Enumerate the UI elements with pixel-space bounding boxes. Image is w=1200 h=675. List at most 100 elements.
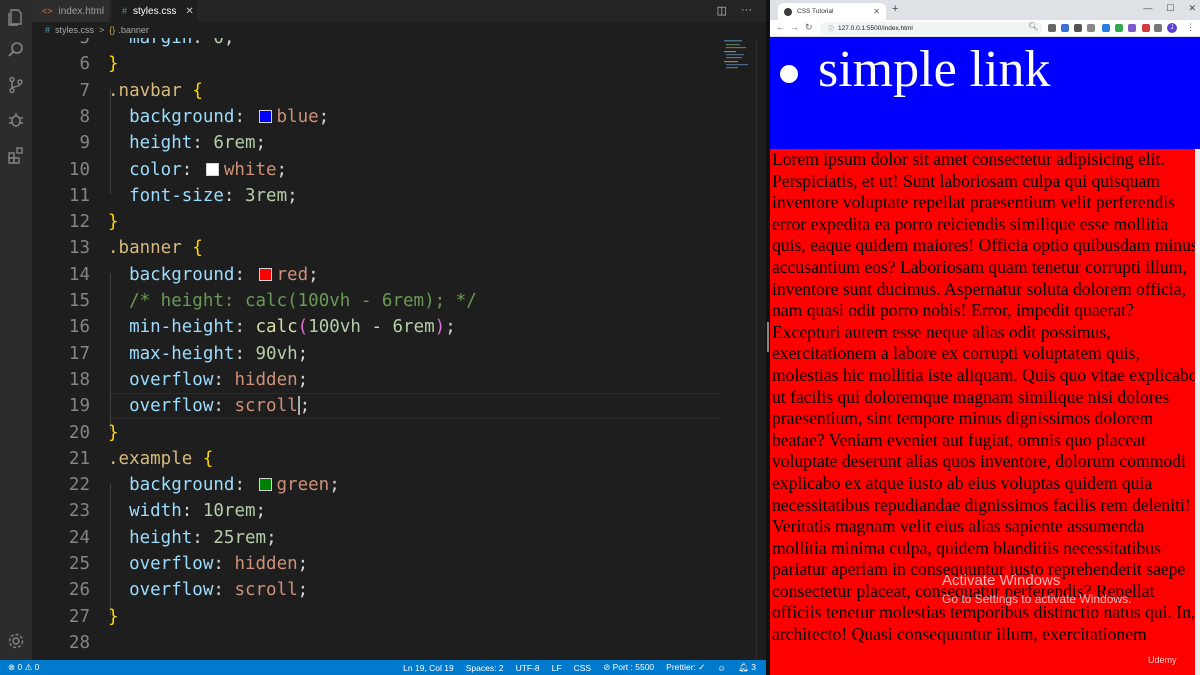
code-token: ;	[318, 106, 330, 127]
list-bullet	[780, 65, 798, 83]
line-code: min-height: calc(100vh - 6rem);	[108, 314, 456, 340]
reload-icon[interactable]: ↻	[805, 22, 813, 33]
code-line[interactable]: 7 .navbar {	[32, 78, 722, 104]
code-token: :	[213, 396, 235, 417]
line-number: 15	[68, 291, 90, 311]
browser-menu-icon[interactable]: ⋮	[1186, 22, 1195, 33]
code-line[interactable]: 17 max-height: 90vh;	[32, 341, 722, 367]
code-line[interactable]: 20}	[32, 420, 722, 446]
tab-styles-css[interactable]: # styles.css ✕	[112, 0, 197, 22]
close-tab-icon[interactable]: ✕	[873, 7, 880, 16]
extension-icon[interactable]	[1128, 24, 1136, 32]
extension-icon[interactable]	[1102, 24, 1110, 32]
code-line[interactable]: 8 background: blue;	[32, 104, 722, 130]
code-token: :	[223, 185, 245, 206]
line-code: .banner {	[108, 235, 203, 261]
banner-scrollbar[interactable]	[1195, 149, 1200, 675]
extension-icon[interactable]	[1115, 24, 1123, 32]
code-line[interactable]: 28	[32, 630, 722, 656]
language-mode[interactable]: CSS	[574, 663, 591, 673]
code-token: :	[192, 38, 214, 48]
extensions-icon[interactable]	[7, 146, 25, 164]
editor-scrollbar[interactable]	[756, 38, 766, 660]
line-number: 21	[68, 448, 90, 469]
simple-link[interactable]: simple link	[818, 37, 1051, 103]
breadcrumb-file[interactable]: styles.css	[55, 25, 94, 35]
more-actions-icon[interactable]: ···	[741, 4, 752, 17]
feedback-icon[interactable]: ☺	[717, 663, 726, 673]
extension-icon[interactable]	[1087, 24, 1095, 32]
code-line[interactable]: 25 overflow: hidden;	[32, 551, 722, 577]
code-line[interactable]: 27}	[32, 604, 722, 630]
encoding[interactable]: UTF-8	[516, 663, 540, 673]
code-line[interactable]: 26 overflow: scroll;	[32, 577, 722, 603]
code-token: ;	[329, 475, 340, 496]
code-line[interactable]: 16 min-height: calc(100vh - 6rem);	[32, 314, 722, 340]
code-line[interactable]: 6}	[32, 51, 722, 77]
banner[interactable]: Lorem ipsum dolor sit amet consectetur a…	[770, 149, 1200, 675]
extension-icon[interactable]	[1142, 24, 1150, 32]
back-icon[interactable]: ←	[776, 22, 785, 32]
code-line[interactable]: 23 width: 10rem;	[32, 498, 722, 524]
settings-gear-icon[interactable]	[7, 632, 25, 650]
color-swatch[interactable]	[205, 162, 219, 176]
extension-icon[interactable]	[1061, 24, 1069, 32]
forward-icon[interactable]: →	[790, 22, 799, 32]
prettier-status[interactable]: Prettier: ✓	[666, 662, 705, 673]
split-editor-icon[interactable]: ◫	[717, 4, 727, 17]
css-file-icon: #	[45, 25, 51, 35]
source-control-icon[interactable]	[7, 76, 25, 94]
extension-icon[interactable]	[1048, 24, 1056, 32]
zoom-icon[interactable]: 🔍︎	[1028, 22, 1038, 31]
new-tab-button[interactable]: +	[892, 3, 898, 15]
notifications[interactable]: 🔔︎ 3	[738, 662, 756, 673]
code-token: 25rem	[213, 527, 267, 548]
line-number: 11	[68, 185, 90, 206]
resize-handle[interactable]	[767, 322, 769, 352]
extension-icon[interactable]	[1074, 24, 1082, 32]
code-line[interactable]: 13 .banner {	[32, 235, 722, 261]
line-number: 25	[68, 554, 90, 574]
code-line[interactable]: 9 height: 6rem;	[32, 130, 722, 156]
code-line[interactable]: 24 height: 25rem;	[32, 525, 722, 551]
code-line[interactable]: 5 margin: 0;	[32, 38, 722, 51]
code-line[interactable]: 15 /* height: calc(100vh - 6rem); */	[32, 288, 722, 314]
close-tab-icon[interactable]: ✕	[185, 6, 193, 17]
code-line[interactable]: 18 overflow: hidden;	[32, 367, 722, 393]
live-server-port[interactable]: ⊘ Port : 5500	[603, 662, 654, 673]
search-icon[interactable]	[7, 41, 25, 59]
code-line[interactable]: 12}	[32, 209, 722, 235]
line-ending[interactable]: LF	[552, 663, 562, 673]
color-swatch[interactable]	[258, 478, 272, 492]
code-token: :	[213, 369, 235, 390]
extensions-puzzle-icon[interactable]	[1154, 24, 1162, 32]
address-bar[interactable]: ⓘ 127.0.0.1:5500/index.html	[820, 22, 1042, 35]
minimize-icon[interactable]: —	[1143, 3, 1152, 14]
line-code: .navbar {	[108, 78, 203, 104]
explorer-icon[interactable]	[7, 8, 25, 26]
code-token: white	[223, 159, 277, 180]
code-token: :	[234, 343, 256, 364]
cursor-position[interactable]: Ln 19, Col 19	[403, 663, 454, 673]
problems-indicator[interactable]: ⊗ 0 ⚠ 0	[8, 662, 39, 673]
code-line[interactable]: 22 background: green;	[32, 472, 722, 498]
maximize-icon[interactable]: ☐	[1166, 3, 1174, 14]
code-token: :	[213, 580, 235, 601]
minimap[interactable]	[722, 38, 756, 98]
code-line[interactable]: 14 background: red;	[32, 262, 722, 288]
color-swatch[interactable]	[258, 109, 272, 123]
code-line[interactable]: 21 .example {	[32, 446, 722, 472]
indentation[interactable]: Spaces: 2	[466, 663, 504, 673]
close-window-icon[interactable]: ✕	[1188, 3, 1196, 14]
code-line[interactable]: 10 color: white;	[32, 157, 722, 183]
debug-icon[interactable]	[7, 111, 25, 129]
code-line[interactable]: 19 overflow: scroll;	[32, 393, 722, 419]
tab-index-html[interactable]: <> index.html	[32, 0, 111, 22]
breadcrumb-symbol[interactable]: .banner	[118, 25, 149, 35]
code-line[interactable]: 11 font-size: 3rem;	[32, 183, 722, 209]
color-swatch[interactable]	[258, 267, 272, 281]
code-editor[interactable]: 5 margin: 0; 6} 7 .navbar {8 background: bl…	[32, 38, 722, 660]
profile-avatar[interactable]: J	[1167, 23, 1177, 33]
browser-tab[interactable]: CSS Tutorial ✕	[778, 3, 886, 20]
line-number: 12	[68, 212, 90, 233]
